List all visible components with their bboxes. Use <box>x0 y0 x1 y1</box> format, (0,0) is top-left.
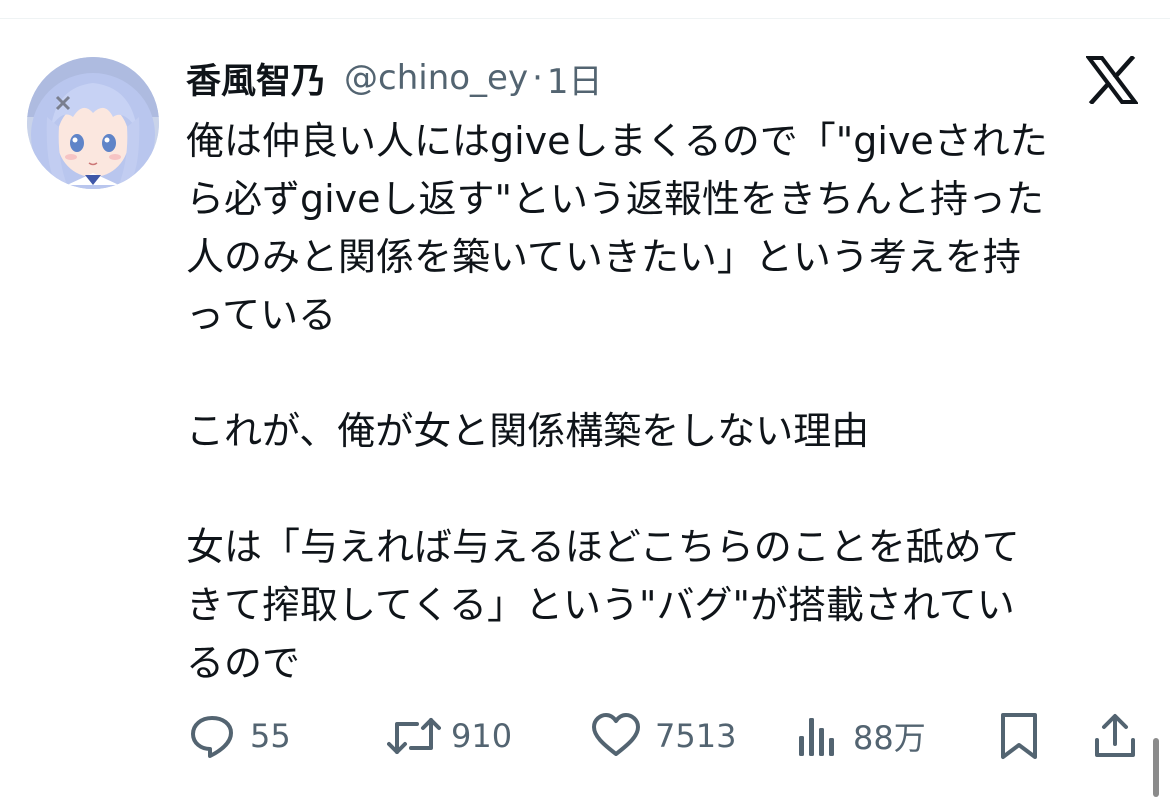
avatar[interactable] <box>27 57 159 189</box>
scrollbar[interactable] <box>1153 738 1159 797</box>
like-count: 7513 <box>655 717 737 755</box>
tweet-text-line: ら必ずgiveし返す"という返報性をきちんと持った <box>186 177 1045 221</box>
reply-icon <box>191 716 233 758</box>
tweet-text-line: 俺は仲良い人にはgiveしまくるので「"giveされた <box>186 119 1048 163</box>
tweet-text-line: っている <box>186 293 337 337</box>
tweet-text-line: これが、俺が女と関係構築をしない理由 <box>186 409 870 453</box>
like-button[interactable]: 7513 <box>591 708 736 764</box>
avatar-illustration <box>27 57 159 189</box>
bookmark-button[interactable] <box>998 708 1040 764</box>
post-time[interactable]: 1日 <box>547 54 603 103</box>
views-icon <box>799 718 834 756</box>
reply-count: 55 <box>250 717 291 755</box>
share-icon <box>1095 714 1135 757</box>
header-separator: · <box>532 58 543 98</box>
views-button[interactable]: 88万 <box>797 708 926 764</box>
retweet-count: 910 <box>451 717 513 755</box>
tweet-text-line: 女は「与えれば与えるほどこちらのことを舐めて <box>186 525 1020 569</box>
heart-icon <box>592 713 640 756</box>
tweet-text-line: るので <box>186 641 301 685</box>
tweet-text-line: 人のみと関係を築いていきたい」という考えを持 <box>186 235 1021 279</box>
reply-button[interactable]: 55 <box>188 708 291 764</box>
tweet-text-line: きて搾取してくる」という"バグ"が搭載されてい <box>186 583 1015 627</box>
x-logo-icon[interactable] <box>1085 54 1139 106</box>
tweet-header: 香風智乃 @chino_ey · 1日 <box>186 52 603 104</box>
view-count: 88万 <box>853 719 926 757</box>
display-name[interactable]: 香風智乃 <box>186 53 326 104</box>
share-button[interactable] <box>1093 708 1137 764</box>
retweet-button[interactable]: 910 <box>387 708 512 764</box>
user-handle[interactable]: @chino_ey <box>344 58 528 98</box>
action-bar: 55 910 7513 88万 <box>0 708 1170 764</box>
retweet-icon <box>387 718 441 754</box>
bookmark-icon <box>1001 713 1037 759</box>
top-divider <box>0 18 1170 19</box>
tweet-text: 俺は仲良い人にはgiveしまくるので「"giveされた ら必ずgiveし返す"と… <box>186 112 1146 692</box>
